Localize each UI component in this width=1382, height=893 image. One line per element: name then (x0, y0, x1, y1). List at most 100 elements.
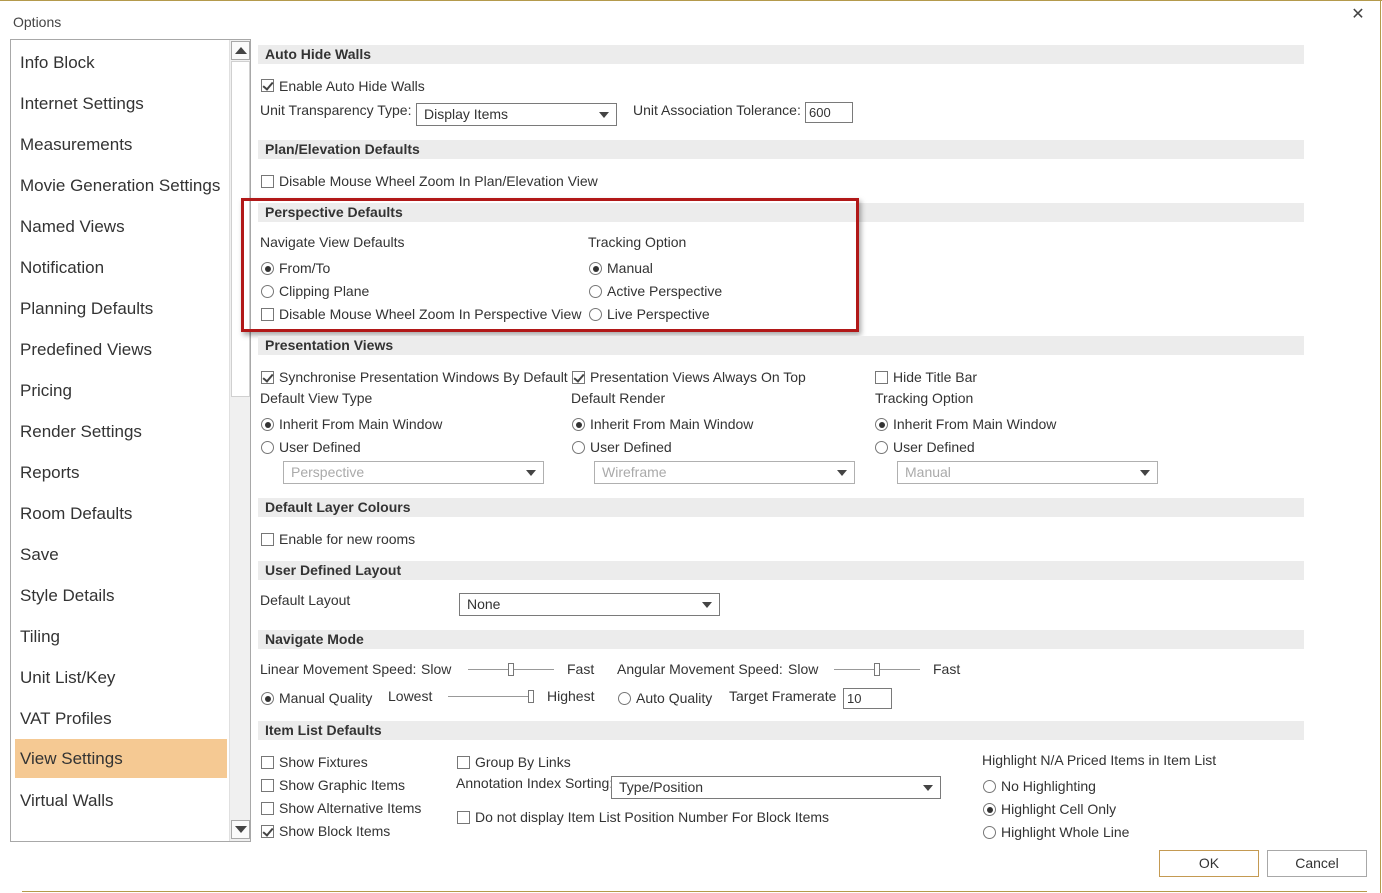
sidebar-item-info-block[interactable]: Info Block (15, 43, 227, 82)
unit-transparency-type-select[interactable]: Display Items (416, 103, 617, 126)
render-select[interactable]: Wireframe (594, 461, 855, 484)
window-top-border (0, 0, 1382, 1)
from-to-radio[interactable] (261, 262, 274, 275)
section-header-presentation-views: Presentation Views (258, 336, 1304, 355)
tracking-select[interactable]: Manual (897, 461, 1158, 484)
chevron-down-icon (599, 112, 609, 118)
section-header-plan-elevation-defaults: Plan/Elevation Defaults (258, 140, 1304, 159)
view-type-select[interactable]: Perspective (283, 461, 544, 484)
linear-fast-label: Fast (567, 661, 595, 677)
linear-speed-slider-thumb[interactable] (508, 663, 514, 676)
angular-slow-label: Slow (788, 661, 819, 677)
sidebar-item-movie-generation-settings[interactable]: Movie Generation Settings (15, 166, 227, 205)
sidebar-item-style-details[interactable]: Style Details (15, 576, 227, 615)
highlight-whole-line-radio[interactable] (983, 826, 996, 839)
quality-slider-track[interactable] (448, 696, 534, 697)
view-type-inherit-radio[interactable] (261, 418, 274, 431)
unit-association-tolerance-label: Unit Association Tolerance: (633, 102, 801, 118)
options-category-list: Info Block Internet Settings Measurement… (10, 39, 251, 842)
unit-association-tolerance-input[interactable]: 600 (805, 102, 853, 123)
unit-transparency-type-label: Unit Transparency Type: (260, 102, 412, 118)
auto-quality-label: Auto Quality (636, 690, 713, 706)
angular-fast-label: Fast (933, 661, 961, 677)
sidebar-item-predefined-views[interactable]: Predefined Views (15, 330, 227, 369)
angular-speed-slider-thumb[interactable] (874, 663, 880, 676)
show-block-items-checkbox[interactable] (261, 825, 274, 838)
chevron-down-icon (923, 785, 933, 791)
disable-zoom-perspective-checkbox[interactable] (261, 308, 274, 321)
section-header-user-defined-layout: User Defined Layout (258, 561, 1304, 580)
sidebar-item-pricing[interactable]: Pricing (15, 371, 227, 410)
sidebar-item-tiling[interactable]: Tiling (15, 617, 227, 656)
show-graphic-items-label: Show Graphic Items (279, 777, 406, 793)
unit-transparency-type-value: Display Items (424, 106, 509, 122)
always-on-top-checkbox[interactable] (572, 371, 585, 384)
highlight-whole-line-label: Highlight Whole Line (1001, 824, 1130, 840)
target-framerate-input[interactable]: 10 (843, 688, 892, 709)
live-perspective-label: Live Perspective (607, 306, 710, 322)
close-icon[interactable]: ✕ (1346, 4, 1370, 26)
quality-slider-thumb[interactable] (528, 690, 534, 703)
render-user-defined-radio[interactable] (572, 441, 585, 454)
sidebar-item-measurements[interactable]: Measurements (15, 125, 227, 164)
render-inherit-radio[interactable] (572, 418, 585, 431)
target-framerate-label: Target Framerate (729, 688, 837, 704)
presentation-tracking-option-label: Tracking Option (875, 390, 974, 406)
active-perspective-radio[interactable] (589, 285, 602, 298)
annotation-index-sorting-label: Annotation Index Sorting: (456, 775, 614, 791)
chevron-down-icon (837, 470, 847, 476)
default-layout-select[interactable]: None (459, 593, 720, 616)
sidebar-item-named-views[interactable]: Named Views (15, 207, 227, 246)
view-type-inherit-label: Inherit From Main Window (279, 416, 443, 432)
show-alternative-items-checkbox[interactable] (261, 802, 274, 815)
quality-lowest-label: Lowest (388, 688, 433, 704)
tracking-inherit-radio[interactable] (875, 418, 888, 431)
manual-quality-label: Manual Quality (279, 690, 373, 706)
disable-zoom-perspective-label: Disable Mouse Wheel Zoom In Perspective … (279, 306, 582, 322)
tracking-user-defined-radio[interactable] (875, 441, 888, 454)
synchronise-presentation-checkbox[interactable] (261, 371, 274, 384)
sidebar-item-planning-defaults[interactable]: Planning Defaults (15, 289, 227, 328)
sidebar-item-virtual-walls[interactable]: Virtual Walls (15, 781, 227, 820)
default-render-label: Default Render (571, 390, 666, 406)
show-fixtures-checkbox[interactable] (261, 756, 274, 769)
clipping-plane-radio[interactable] (261, 285, 274, 298)
sidebar-item-vat-profiles[interactable]: VAT Profiles (15, 699, 227, 738)
annotation-index-sorting-select[interactable]: Type/Position (611, 776, 941, 799)
sidebar-item-view-settings[interactable]: View Settings (15, 739, 227, 778)
sidebar-item-internet-settings[interactable]: Internet Settings (15, 84, 227, 123)
sidebar-scrollbar[interactable] (229, 40, 250, 841)
view-type-user-defined-radio[interactable] (261, 441, 274, 454)
sidebar-item-render-settings[interactable]: Render Settings (15, 412, 227, 451)
show-graphic-items-checkbox[interactable] (261, 779, 274, 792)
ok-button[interactable]: OK (1159, 850, 1259, 877)
show-fixtures-label: Show Fixtures (279, 754, 368, 770)
sidebar-item-unit-list-key[interactable]: Unit List/Key (15, 658, 227, 697)
tracking-user-defined-label: User Defined (893, 439, 975, 455)
no-position-number-checkbox[interactable] (457, 811, 470, 824)
hide-title-bar-checkbox[interactable] (875, 371, 888, 384)
no-highlighting-label: No Highlighting (1001, 778, 1096, 794)
sidebar-item-save[interactable]: Save (15, 535, 227, 574)
disable-zoom-plan-elevation-checkbox[interactable] (261, 175, 274, 188)
highlight-cell-only-radio[interactable] (983, 803, 996, 816)
scroll-down-button[interactable] (231, 820, 250, 839)
enable-new-rooms-checkbox[interactable] (261, 533, 274, 546)
scrollbar-thumb[interactable] (231, 61, 250, 397)
auto-quality-radio[interactable] (618, 692, 631, 705)
default-layout-value: None (467, 596, 501, 612)
scroll-up-button[interactable] (231, 41, 250, 60)
sidebar-item-notification[interactable]: Notification (15, 248, 227, 287)
no-highlighting-radio[interactable] (983, 780, 996, 793)
linear-slow-label: Slow (421, 661, 452, 677)
cancel-button[interactable]: Cancel (1267, 850, 1367, 877)
enable-auto-hide-walls-checkbox[interactable] (261, 79, 274, 92)
sidebar-item-reports[interactable]: Reports (15, 453, 227, 492)
group-by-links-label: Group By Links (475, 754, 571, 770)
enable-auto-hide-walls-label: Enable Auto Hide Walls (279, 78, 425, 94)
manual-quality-radio[interactable] (261, 692, 274, 705)
manual-tracking-radio[interactable] (589, 262, 602, 275)
group-by-links-checkbox[interactable] (457, 756, 470, 769)
live-perspective-radio[interactable] (589, 308, 602, 321)
sidebar-item-room-defaults[interactable]: Room Defaults (15, 494, 227, 533)
